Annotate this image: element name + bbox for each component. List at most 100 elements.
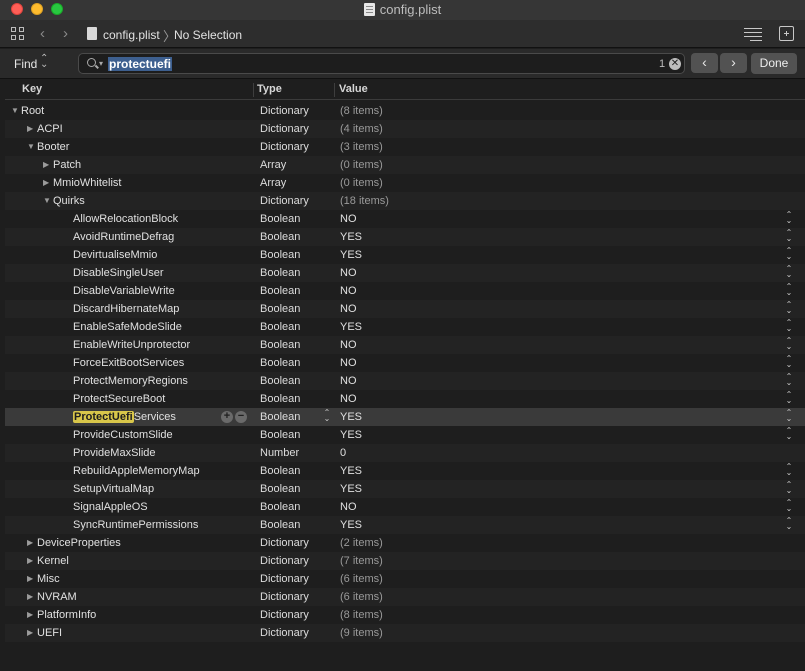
row-value[interactable]: NO xyxy=(340,354,357,372)
table-row[interactable]: ▶ Kernel Dictionary (7 items) xyxy=(5,552,805,570)
disclosure-closed-icon[interactable]: ▶ xyxy=(27,552,33,570)
row-type[interactable]: Boolean xyxy=(260,318,300,336)
value-stepper-icon[interactable]: ⌃ ⌄ xyxy=(785,229,793,243)
row-type[interactable]: Boolean xyxy=(260,390,300,408)
key-cell[interactable]: AllowRelocationBlock xyxy=(5,210,255,228)
table-row[interactable]: ▶ PlatformInfo Dictionary (8 items) xyxy=(5,606,805,624)
value-stepper-icon[interactable]: ⌃ ⌄ xyxy=(785,499,793,513)
value-stepper-icon[interactable]: ⌃ ⌄ xyxy=(785,517,793,531)
table-row[interactable]: ProvideCustomSlide Boolean YES ⌃ ⌄ xyxy=(5,426,805,444)
row-value[interactable]: (18 items) xyxy=(340,192,389,210)
table-row[interactable]: DisableSingleUser Boolean NO ⌃ ⌄ xyxy=(5,264,805,282)
value-stepper-icon[interactable]: ⌃ ⌄ xyxy=(785,337,793,351)
row-key[interactable]: ProvideCustomSlide xyxy=(73,426,173,444)
value-stepper-icon[interactable]: ⌃ ⌄ xyxy=(785,481,793,495)
row-value[interactable]: (6 items) xyxy=(340,588,383,606)
row-type[interactable]: Dictionary xyxy=(260,138,309,156)
table-row[interactable]: DisableVariableWrite Boolean NO ⌃ ⌄ xyxy=(5,282,805,300)
row-type[interactable]: Boolean xyxy=(260,246,300,264)
key-cell[interactable]: ▶ MmioWhitelist xyxy=(5,174,255,192)
next-match-button[interactable]: › xyxy=(720,53,747,73)
table-row[interactable]: ▶ NVRAM Dictionary (6 items) xyxy=(5,588,805,606)
find-mode-chevron-icon[interactable]: ⌃ ⌄ xyxy=(40,54,48,70)
row-value[interactable]: (3 items) xyxy=(340,138,383,156)
value-stepper-icon[interactable]: ⌃ ⌄ xyxy=(785,247,793,261)
row-type[interactable]: Dictionary xyxy=(260,120,309,138)
row-key[interactable]: AllowRelocationBlock xyxy=(73,210,178,228)
row-key[interactable]: DeviceProperties xyxy=(37,534,121,552)
row-type[interactable]: Dictionary xyxy=(260,606,309,624)
row-type[interactable]: Boolean xyxy=(260,480,300,498)
row-type[interactable]: Dictionary xyxy=(260,102,309,120)
key-cell[interactable]: ▶ Misc xyxy=(5,570,255,588)
row-type[interactable]: Number xyxy=(260,444,299,462)
row-value[interactable]: NO xyxy=(340,264,357,282)
disclosure-closed-icon[interactable]: ▶ xyxy=(27,570,33,588)
key-cell[interactable]: ▶ Patch xyxy=(5,156,255,174)
value-stepper-icon[interactable]: ⌃ ⌄ xyxy=(785,391,793,405)
row-type[interactable]: Dictionary xyxy=(260,534,309,552)
row-value[interactable]: (7 items) xyxy=(340,552,383,570)
disclosure-closed-icon[interactable]: ▶ xyxy=(27,120,33,138)
key-cell[interactable]: EnableSafeModeSlide xyxy=(5,318,255,336)
row-type[interactable]: Dictionary xyxy=(260,570,309,588)
row-key[interactable]: Patch xyxy=(53,156,81,174)
table-row[interactable]: ProtectUefiServices + − Boolean ⌃ ⌄ YES ⌃ ⌄ xyxy=(5,408,805,426)
column-header-value[interactable]: Value xyxy=(339,83,368,95)
row-key[interactable]: ACPI xyxy=(37,120,63,138)
disclosure-closed-icon[interactable]: ▶ xyxy=(27,624,33,642)
column-header-key[interactable]: Key xyxy=(22,83,42,95)
key-cell[interactable]: ▶ DeviceProperties xyxy=(5,534,255,552)
row-type[interactable]: Boolean xyxy=(260,372,300,390)
table-row[interactable]: ProvideMaxSlide Number 0 xyxy=(5,444,805,462)
key-cell[interactable]: SetupVirtualMap xyxy=(5,480,255,498)
done-button[interactable]: Done xyxy=(751,53,797,74)
row-key[interactable]: ProtectSecureBoot xyxy=(73,390,165,408)
row-value[interactable]: YES xyxy=(340,516,362,534)
value-stepper-icon[interactable]: ⌃ ⌄ xyxy=(785,319,793,333)
row-value[interactable]: YES xyxy=(340,246,362,264)
row-key[interactable]: SignalAppleOS xyxy=(73,498,148,516)
key-cell[interactable]: DisableSingleUser xyxy=(5,264,255,282)
key-cell[interactable]: ProtectMemoryRegions xyxy=(5,372,255,390)
table-row[interactable]: DiscardHibernateMap Boolean NO ⌃ ⌄ xyxy=(5,300,805,318)
table-row[interactable]: DevirtualiseMmio Boolean YES ⌃ ⌄ xyxy=(5,246,805,264)
table-row[interactable]: ▼ Quirks Dictionary (18 items) xyxy=(5,192,805,210)
row-value[interactable]: NO xyxy=(340,336,357,354)
row-key[interactable]: DisableVariableWrite xyxy=(73,282,175,300)
row-key[interactable]: Quirks xyxy=(53,192,85,210)
row-key[interactable]: ForceExitBootServices xyxy=(73,354,184,372)
row-key[interactable]: DisableSingleUser xyxy=(73,264,164,282)
row-value[interactable]: YES xyxy=(340,462,362,480)
add-editor-icon[interactable] xyxy=(779,26,794,41)
table-row[interactable]: RebuildAppleMemoryMap Boolean YES ⌃ ⌄ xyxy=(5,462,805,480)
row-key[interactable]: SetupVirtualMap xyxy=(73,480,154,498)
key-cell[interactable]: ▶ PlatformInfo xyxy=(5,606,255,624)
forward-arrow-icon[interactable]: › xyxy=(63,25,68,42)
row-key[interactable]: EnableWriteUnprotector xyxy=(73,336,190,354)
remove-item-icon[interactable]: − xyxy=(235,411,247,423)
search-options-chevron-icon[interactable]: ▾ xyxy=(99,59,103,68)
row-key[interactable]: ProtectUefiServices xyxy=(73,408,176,426)
value-stepper-icon[interactable]: ⌃ ⌄ xyxy=(785,463,793,477)
key-cell[interactable]: DisableVariableWrite xyxy=(5,282,255,300)
disclosure-closed-icon[interactable]: ▶ xyxy=(27,588,33,606)
row-value[interactable]: YES xyxy=(340,318,362,336)
value-stepper-icon[interactable]: ⌃ ⌄ xyxy=(785,265,793,279)
row-value[interactable]: (8 items) xyxy=(340,606,383,624)
row-type[interactable]: Boolean xyxy=(260,498,300,516)
row-value[interactable]: NO xyxy=(340,210,357,228)
key-cell[interactable]: ▼ Quirks xyxy=(5,192,255,210)
row-key[interactable]: UEFI xyxy=(37,624,62,642)
key-cell[interactable]: ProvideCustomSlide xyxy=(5,426,255,444)
value-stepper-icon[interactable]: ⌃ ⌄ xyxy=(785,211,793,225)
table-row[interactable]: ▶ UEFI Dictionary (9 items) xyxy=(5,624,805,642)
disclosure-closed-icon[interactable]: ▶ xyxy=(43,156,49,174)
key-cell[interactable]: DevirtualiseMmio xyxy=(5,246,255,264)
table-row[interactable]: AllowRelocationBlock Boolean NO ⌃ ⌄ xyxy=(5,210,805,228)
table-row[interactable]: ForceExitBootServices Boolean NO ⌃ ⌄ xyxy=(5,354,805,372)
row-value[interactable]: NO xyxy=(340,498,357,516)
key-cell[interactable]: ▼ Booter xyxy=(5,138,255,156)
clear-search-icon[interactable]: ✕ xyxy=(669,58,681,70)
breadcrumb-file[interactable]: config.plist xyxy=(103,28,160,42)
